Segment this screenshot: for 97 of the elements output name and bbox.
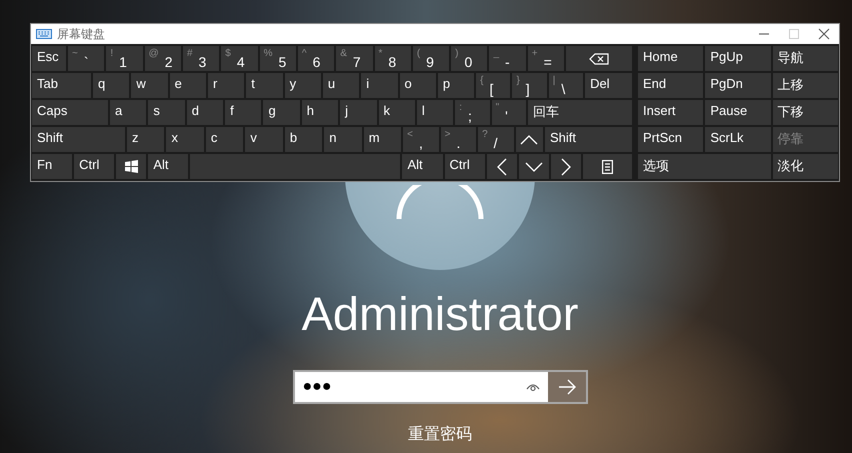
keyboard-icon	[36, 29, 52, 39]
key[interactable]: Del	[585, 73, 632, 98]
key[interactable]: 选项	[638, 154, 771, 179]
key[interactable]: & 7	[336, 46, 372, 71]
key[interactable]: b	[284, 127, 322, 152]
close-icon	[818, 28, 830, 40]
maximize-icon	[788, 28, 800, 40]
key[interactable]: Tab	[32, 73, 91, 98]
key[interactable]: z	[127, 127, 164, 152]
key[interactable]: p	[438, 73, 474, 98]
key[interactable]: c	[206, 127, 244, 152]
key[interactable]: : ;	[455, 100, 490, 125]
key[interactable]: 上移	[772, 73, 838, 98]
reset-password-link[interactable]: 重置密码	[408, 424, 472, 445]
key[interactable]: PrtScn	[638, 127, 704, 152]
key[interactable]: s	[148, 100, 185, 125]
key[interactable]: % 5	[260, 46, 296, 71]
key[interactable]: o	[400, 73, 436, 98]
key[interactable]: | \	[548, 73, 584, 98]
key[interactable]: End	[638, 73, 704, 98]
windows-logo-icon	[124, 160, 138, 173]
key[interactable]: t	[246, 73, 283, 98]
key[interactable]: < ,	[403, 127, 439, 152]
key[interactable]: ScrLk	[705, 127, 771, 152]
key[interactable]: n	[324, 127, 362, 152]
key[interactable]: $ 4	[221, 46, 258, 71]
key[interactable]: l	[416, 100, 454, 125]
key[interactable]: + =	[528, 46, 564, 71]
user-name: Administrator	[302, 286, 578, 342]
key[interactable]: 导航	[772, 46, 838, 71]
key[interactable]: h	[302, 100, 338, 125]
key[interactable]: f	[225, 100, 262, 125]
key[interactable]: ~ `	[68, 46, 104, 71]
key[interactable]: Alt	[148, 154, 188, 179]
key[interactable]: } ]	[512, 73, 547, 98]
key[interactable]: Alt	[402, 154, 443, 179]
arrow-key[interactable]	[518, 154, 549, 179]
submit-button[interactable]	[548, 372, 586, 402]
key[interactable]: i	[361, 73, 398, 98]
key[interactable]: w	[131, 73, 168, 98]
key[interactable]: Ctrl	[74, 154, 114, 179]
key[interactable]: k	[378, 100, 415, 125]
window-title: 屏幕键盘	[57, 26, 105, 42]
key[interactable]: ) 0	[451, 46, 488, 71]
key[interactable]: g	[263, 100, 300, 125]
key[interactable]: 回车	[528, 100, 632, 125]
key[interactable]: j	[340, 100, 377, 125]
windows-key[interactable]	[116, 154, 146, 179]
key[interactable]: ^ 6	[298, 46, 334, 71]
key[interactable]: u	[322, 73, 360, 98]
key[interactable]: PgDn	[705, 73, 771, 98]
key[interactable]: Caps	[32, 100, 108, 125]
key[interactable]: ( 9	[412, 46, 450, 71]
key[interactable]: q	[93, 73, 130, 98]
menu-key[interactable]	[582, 154, 632, 179]
key[interactable]: 下移	[772, 100, 838, 125]
chevron-left-icon	[496, 158, 507, 176]
key[interactable]: e	[170, 73, 206, 98]
arrow-key[interactable]	[516, 127, 543, 152]
key[interactable]: @ 2	[144, 46, 181, 71]
key[interactable]: v	[245, 127, 283, 152]
arrow-right-icon	[558, 379, 576, 395]
key[interactable]: ! 1	[106, 46, 143, 71]
key[interactable]: a	[110, 100, 146, 125]
key[interactable]: { [	[476, 73, 510, 98]
key[interactable]: r	[208, 73, 244, 98]
arrow-key[interactable]	[550, 154, 581, 179]
key[interactable]: Shift	[544, 127, 632, 152]
key[interactable]: Esc	[32, 46, 66, 71]
key[interactable]: " '	[492, 100, 526, 125]
loading-spinner-icon	[395, 185, 485, 221]
key[interactable]: Insert	[638, 100, 704, 125]
password-field[interactable]: ●●●	[292, 370, 588, 404]
menu-key-icon	[602, 160, 613, 174]
key[interactable]: Fn	[32, 154, 72, 179]
eye-icon[interactable]	[526, 382, 540, 392]
backspace-key[interactable]	[566, 46, 632, 71]
chevron-right-icon	[560, 158, 571, 176]
arrow-key[interactable]	[486, 154, 517, 179]
key[interactable]: Home	[638, 46, 704, 71]
key[interactable]: PgUp	[705, 46, 771, 71]
key[interactable]: # 3	[182, 46, 220, 71]
key[interactable]: x	[166, 127, 204, 152]
key[interactable]: Pause	[705, 100, 771, 125]
key[interactable]: m	[364, 127, 402, 152]
key[interactable]: > .	[440, 127, 476, 152]
key[interactable]: d	[186, 100, 224, 125]
key[interactable]: ? /	[478, 127, 514, 152]
chevron-down-icon	[524, 162, 543, 172]
key[interactable]: Ctrl	[444, 154, 485, 179]
key[interactable]: 淡化	[772, 154, 838, 179]
backspace-icon	[589, 52, 610, 64]
key[interactable]: _ -	[489, 46, 526, 71]
key[interactable]: y	[284, 73, 321, 98]
key[interactable]: * 8	[374, 46, 411, 71]
chevron-up-icon	[520, 134, 538, 144]
key[interactable]: Shift	[32, 127, 125, 152]
